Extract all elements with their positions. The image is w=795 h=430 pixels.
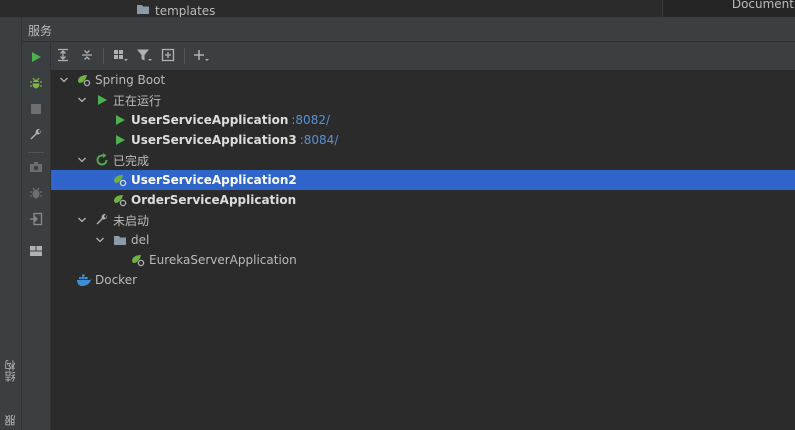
service-name: UserServiceApplication3: [131, 133, 297, 147]
attach-button[interactable]: [26, 210, 46, 230]
not-started-group-label: 未启动: [113, 213, 150, 228]
services-panel-header: 服务: [22, 17, 795, 42]
plus-icon: [193, 48, 209, 65]
spring-boot-icon: [76, 72, 92, 88]
bottom-tool-tab[interactable]: 服: [3, 415, 19, 426]
collapse-all-button[interactable]: [75, 45, 99, 67]
layout-button[interactable]: [26, 242, 46, 262]
login-arrow-icon: [29, 212, 43, 229]
templates-folder-row[interactable]: templates: [136, 3, 215, 17]
run-button[interactable]: [26, 48, 46, 68]
wrench-icon: [29, 128, 43, 145]
del-folder-label: del: [131, 233, 150, 247]
configure-button[interactable]: [26, 126, 46, 146]
run-icon: [94, 92, 110, 108]
service-port-link[interactable]: :8084/: [300, 133, 339, 147]
wrench-icon: [94, 212, 110, 228]
document-pane-label: Document: [731, 0, 794, 11]
spring-boot-icon: [130, 252, 146, 268]
spring-boot-label: Spring Boot: [95, 73, 166, 87]
spring-boot-icon: [112, 172, 128, 188]
tree-node-running[interactable]: 正在运行: [51, 90, 795, 110]
chevron-down-icon[interactable]: [58, 74, 70, 86]
add-group-icon: [161, 48, 175, 65]
run-icon: [112, 132, 128, 148]
stop-icon: [31, 103, 41, 117]
finished-group-label: 已完成: [113, 153, 150, 168]
services-panel-title: 服务: [28, 24, 53, 38]
tree-node-spring-boot[interactable]: Spring Boot: [51, 70, 795, 90]
left-tool-rail: 结构 服: [0, 17, 22, 430]
chevron-down-icon[interactable]: [76, 214, 88, 226]
add-service-button[interactable]: [189, 45, 213, 67]
folder-icon: [112, 232, 128, 248]
editor-top-strip: templates Document: [0, 0, 795, 17]
snapshot-button[interactable]: [26, 158, 46, 178]
tree-node-not-started[interactable]: 未启动: [51, 210, 795, 230]
filter-button[interactable]: [132, 45, 156, 67]
chevron-down-icon[interactable]: [76, 154, 88, 166]
action-bar-separator: [28, 152, 44, 153]
service-port-link[interactable]: :8082/: [291, 113, 330, 127]
group-grid-icon: [112, 48, 128, 65]
docker-label: Docker: [95, 273, 138, 287]
new-group-button[interactable]: [156, 45, 180, 67]
toolbar-separator: [103, 48, 104, 64]
group-by-button[interactable]: [108, 45, 132, 67]
tree-node-docker[interactable]: Docker: [51, 270, 795, 290]
service-user-service-application[interactable]: UserServiceApplication :8082/: [51, 110, 795, 130]
debug-settings-button[interactable]: [26, 184, 46, 204]
service-order-service-application[interactable]: OrderServiceApplication: [51, 190, 795, 210]
toolbar-separator: [184, 48, 185, 64]
service-name: EurekaServerApplication: [149, 253, 297, 267]
docker-whale-icon: [76, 272, 92, 288]
tree-node-finished[interactable]: 已完成: [51, 150, 795, 170]
expand-all-icon: [56, 48, 70, 65]
service-eureka-server-application[interactable]: EurekaServerApplication: [51, 250, 795, 270]
run-icon: [30, 51, 42, 66]
structure-tool-tab[interactable]: 结构: [3, 360, 19, 382]
running-group-label: 正在运行: [113, 93, 162, 108]
services-action-bar: [22, 42, 51, 430]
templates-folder-label: templates: [155, 3, 216, 18]
debug-bug-icon: [29, 76, 43, 93]
service-user-service-application2[interactable]: UserServiceApplication2: [51, 170, 795, 190]
document-pane: Document: [662, 0, 795, 17]
folder-icon: [136, 3, 150, 17]
bug-disabled-icon: [29, 186, 43, 203]
stop-button[interactable]: [26, 100, 46, 120]
filter-funnel-icon: [136, 48, 152, 65]
camera-icon: [29, 161, 43, 176]
spring-boot-icon: [112, 192, 128, 208]
services-tree: Spring Boot 正在运行 UserServiceApplication …: [51, 70, 795, 430]
service-name: UserServiceApplication2: [131, 173, 297, 187]
service-user-service-application3[interactable]: UserServiceApplication3 :8084/: [51, 130, 795, 150]
debug-button[interactable]: [26, 74, 46, 94]
service-name: UserServiceApplication: [131, 113, 289, 127]
tree-node-del-folder[interactable]: del: [51, 230, 795, 250]
services-toolbar: [51, 42, 795, 70]
rerun-icon: [94, 152, 110, 168]
expand-all-button[interactable]: [51, 45, 75, 67]
collapse-all-icon: [80, 48, 94, 65]
chevron-down-icon[interactable]: [94, 234, 106, 246]
run-icon: [112, 112, 128, 128]
service-name: OrderServiceApplication: [131, 193, 297, 207]
chevron-down-icon[interactable]: [76, 94, 88, 106]
layout-grid-icon: [29, 245, 43, 260]
